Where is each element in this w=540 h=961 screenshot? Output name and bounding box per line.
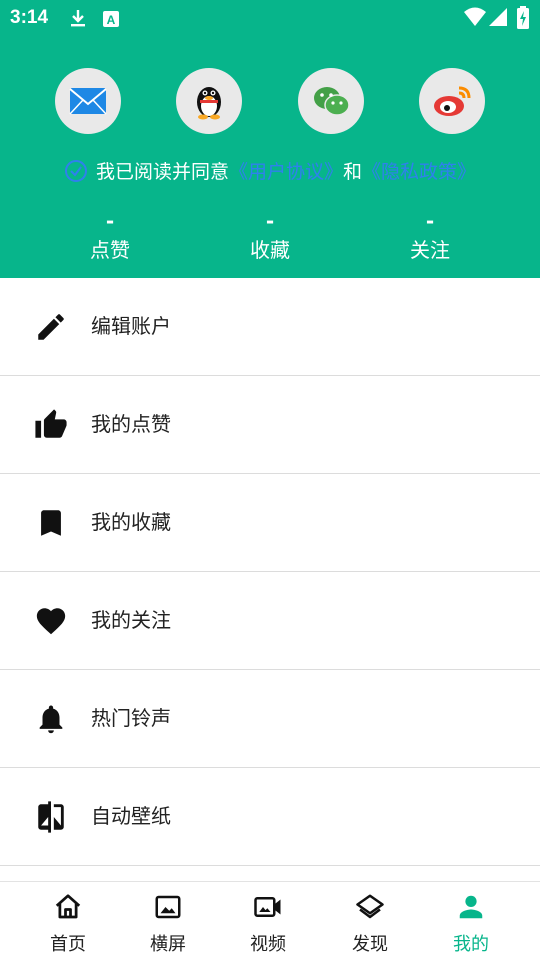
weibo-icon xyxy=(434,86,471,116)
menu-item-label: 我的关注 xyxy=(91,608,171,632)
menu-item-label: 我的点赞 xyxy=(91,412,171,436)
stat-likes-label: 点赞 xyxy=(90,238,130,262)
menu-item-hot-ringtones[interactable]: 热门铃声 xyxy=(0,670,540,768)
check-circle-icon[interactable] xyxy=(64,159,88,183)
person-icon xyxy=(459,895,483,919)
stat-favorites-value: - xyxy=(265,209,275,233)
menu-item-edit-account[interactable]: 编辑账户 xyxy=(0,278,540,376)
wechat-icon xyxy=(314,87,350,116)
nav-item-video[interactable]: 视频 xyxy=(218,882,318,961)
profile-menu: 编辑账户 我的点赞 我的收藏 我的关注 热门铃声 自动壁纸 xyxy=(0,278,540,866)
stat-favorites-label: 收藏 xyxy=(250,238,290,262)
agreement-and: 和 xyxy=(343,161,363,183)
compare-icon xyxy=(38,801,64,833)
menu-item-my-following[interactable]: 我的关注 xyxy=(0,572,540,670)
weibo-login-button[interactable] xyxy=(419,68,485,134)
profile-header: 3:14 A 我已阅读并同意《用户协议》和《隐私政策》 - 点赞 - 收藏 - … xyxy=(0,0,540,278)
bookmark-icon xyxy=(41,510,61,536)
a-icon: A xyxy=(103,11,119,27)
video-icon xyxy=(254,897,281,917)
qq-icon xyxy=(197,87,221,120)
menu-item-label: 热门铃声 xyxy=(91,706,171,730)
privacy-policy-link[interactable]: 《隐私政策》 xyxy=(362,161,476,183)
stat-likes-value: - xyxy=(105,209,115,233)
nav-label: 横屏 xyxy=(150,934,186,955)
nav-label: 发现 xyxy=(352,934,388,955)
thumbs-up-icon xyxy=(35,409,67,438)
stat-favorites[interactable]: - 收藏 xyxy=(200,208,340,266)
image-icon xyxy=(155,895,181,919)
home-icon xyxy=(55,894,81,919)
user-agreement-link[interactable]: 《用户协议》 xyxy=(229,161,343,183)
nav-label: 视频 xyxy=(250,934,286,955)
agreement-line: 我已阅读并同意《用户协议》和《隐私政策》 xyxy=(0,158,540,186)
nav-label: 首页 xyxy=(50,934,86,955)
menu-item-label: 我的收藏 xyxy=(91,510,171,534)
menu-item-auto-wallpaper[interactable]: 自动壁纸 xyxy=(0,768,540,866)
signal-icon xyxy=(489,8,507,26)
email-login-button[interactable] xyxy=(55,68,121,134)
wechat-login-button[interactable] xyxy=(298,68,364,134)
nav-item-home[interactable]: 首页 xyxy=(18,882,118,961)
menu-item-my-likes[interactable]: 我的点赞 xyxy=(0,376,540,474)
bell-icon xyxy=(39,705,63,734)
nav-item-discover[interactable]: 发现 xyxy=(320,882,420,961)
download-icon xyxy=(71,10,85,27)
svg-text:A: A xyxy=(107,13,116,27)
stat-following-value: - xyxy=(425,209,435,233)
pencil-icon xyxy=(38,314,64,340)
nav-item-mine[interactable]: 我的 xyxy=(421,882,521,961)
qq-login-button[interactable] xyxy=(176,68,242,134)
heart-icon xyxy=(36,608,66,635)
menu-item-label: 编辑账户 xyxy=(91,314,171,338)
status-bar: 3:14 A xyxy=(0,0,540,36)
stat-following-label: 关注 xyxy=(410,238,450,262)
agreement-prefix: 我已阅读并同意 xyxy=(95,161,229,183)
stat-likes[interactable]: - 点赞 xyxy=(40,208,180,266)
layers-icon xyxy=(356,894,384,919)
nav-item-landscape[interactable]: 横屏 xyxy=(118,882,218,961)
nav-label: 我的 xyxy=(453,934,489,955)
stat-following[interactable]: - 关注 xyxy=(360,208,500,266)
menu-item-label: 自动壁纸 xyxy=(91,804,171,828)
status-time: 3:14 xyxy=(10,7,49,28)
mail-icon xyxy=(69,88,107,115)
bottom-navigation: 首页 横屏 视频 发现 我的 xyxy=(0,881,540,961)
menu-item-my-favorites[interactable]: 我的收藏 xyxy=(0,474,540,572)
login-options xyxy=(0,68,540,134)
wifi-icon xyxy=(464,7,486,26)
battery-icon xyxy=(517,6,529,29)
